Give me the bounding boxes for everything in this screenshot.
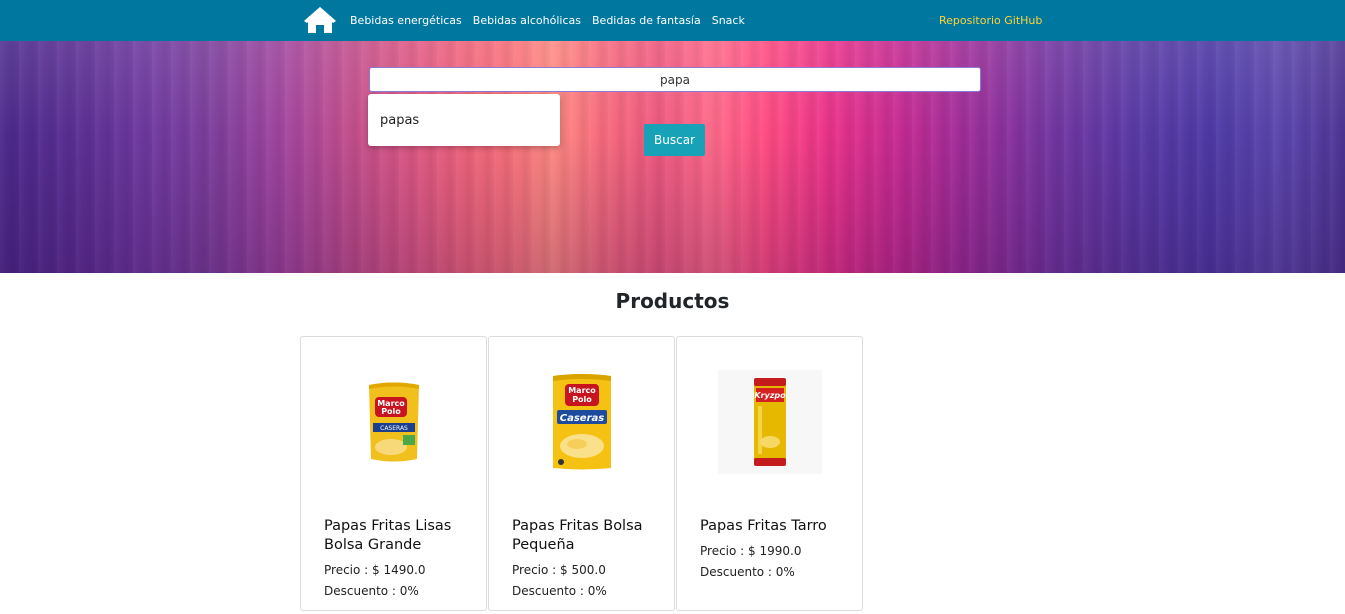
product-discount: Descuento : 0%	[512, 584, 607, 598]
navbar: Bebidas energéticas Bebidas alcohólicas …	[0, 0, 1345, 41]
nav-link-snack[interactable]: Snack	[712, 14, 745, 27]
nav-links: Bebidas energéticas Bebidas alcohólicas …	[350, 0, 745, 41]
product-image: Marco Polo CASERAS	[334, 362, 454, 482]
svg-text:Caseras: Caseras	[560, 413, 605, 424]
svg-text:Marco: Marco	[568, 386, 596, 395]
svg-text:Polo: Polo	[381, 407, 401, 416]
product-image: Marco Polo Caseras	[522, 362, 642, 482]
product-name: Papas Fritas Bolsa Pequeña	[512, 518, 643, 553]
product-card[interactable]: Marco Polo CASERAS Papas Fritas Lisas Bo…	[300, 336, 487, 611]
product-discount: Descuento : 0%	[324, 584, 419, 598]
autocomplete-suggestion[interactable]: papas	[380, 113, 419, 128]
autocomplete-dropdown: papas	[368, 94, 560, 146]
kryzpo-can-icon: Kryzpo	[718, 370, 822, 474]
product-grid: Marco Polo CASERAS Papas Fritas Lisas Bo…	[300, 336, 863, 611]
products-title: Productos	[615, 289, 730, 313]
svg-text:CASERAS: CASERAS	[380, 425, 408, 432]
svg-text:Kryzpo: Kryzpo	[754, 391, 786, 400]
nav-link-fantasy-drinks[interactable]: Bedidas de fantasía	[592, 14, 701, 27]
product-body: Papas Fritas Bolsa Pequeña Precio : $ 50…	[512, 517, 662, 602]
home-link[interactable]	[303, 5, 337, 35]
product-body: Papas Fritas Lisas Bolsa Grande Precio :…	[324, 517, 474, 602]
product-name: Papas Fritas Tarro	[700, 518, 827, 534]
product-name: Papas Fritas Lisas Bolsa Grande	[324, 518, 452, 553]
home-icon	[304, 7, 336, 33]
search-input[interactable]	[369, 67, 981, 92]
github-repo-link[interactable]: Repositorio GitHub	[939, 0, 1042, 41]
marco-polo-chips-bag-icon: Marco Polo CASERAS	[369, 382, 419, 462]
nav-link-energy-drinks[interactable]: Bebidas energéticas	[350, 14, 462, 27]
svg-text:Polo: Polo	[572, 395, 592, 404]
product-card[interactable]: Kryzpo Papas Fritas Tarro Precio : $ 199…	[676, 336, 863, 611]
product-body: Papas Fritas Tarro Precio : $ 1990.0 Des…	[700, 517, 850, 583]
marco-polo-caseras-bag-icon: Marco Polo Caseras	[553, 374, 611, 470]
hero-banner: papas Buscar	[0, 41, 1345, 273]
product-image: Kryzpo	[710, 362, 830, 482]
product-card[interactable]: Marco Polo Caseras Papas Fritas Bolsa Pe…	[488, 336, 675, 611]
search-button[interactable]: Buscar	[644, 124, 705, 156]
product-price: Precio : $ 1490.0	[324, 563, 426, 577]
product-discount: Descuento : 0%	[700, 565, 795, 579]
nav-link-alcoholic-drinks[interactable]: Bebidas alcohólicas	[473, 14, 581, 27]
product-price: Precio : $ 500.0	[512, 563, 606, 577]
product-price: Precio : $ 1990.0	[700, 544, 802, 558]
